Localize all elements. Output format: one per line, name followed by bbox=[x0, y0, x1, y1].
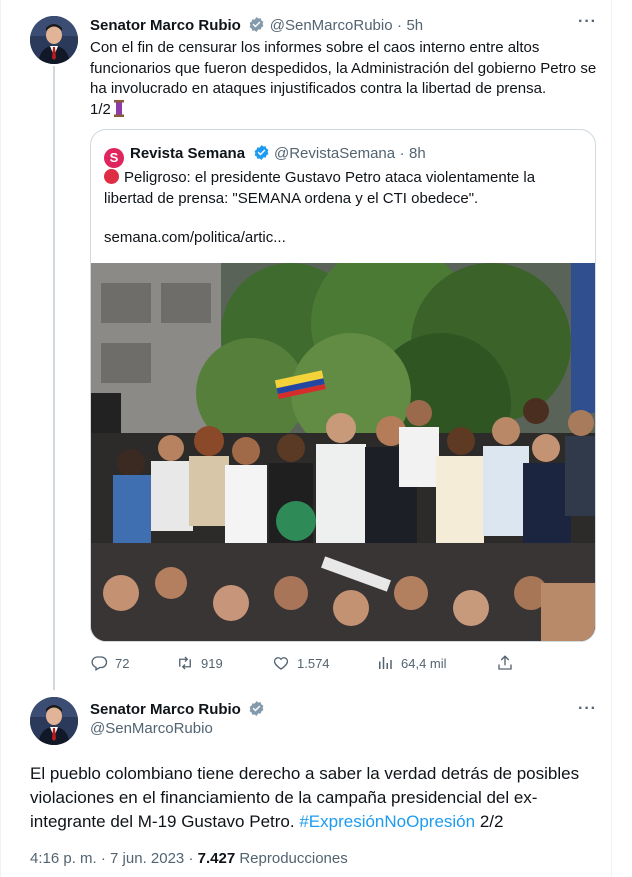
views-button[interactable]: 64,4 mil bbox=[376, 654, 447, 674]
quote-text: Peligroso: el presidente Gustavo Petro a… bbox=[104, 168, 574, 209]
analytics-icon bbox=[379, 657, 392, 669]
tweet-actions-bar: 72 919 1.574 64,4 mil bbox=[90, 654, 520, 674]
quote-link[interactable]: semana.com/politica/artic... bbox=[104, 229, 286, 246]
quote-body: Peligroso: el presidente Gustavo Petro a… bbox=[104, 169, 536, 207]
author-name[interactable]: Senator Marco Rubio bbox=[90, 701, 241, 718]
thread-connector-line bbox=[53, 66, 55, 690]
red-circle-icon bbox=[104, 169, 119, 184]
semana-logo-avatar: S bbox=[104, 148, 124, 168]
tweet-timestamp[interactable]: 4:16 p. m. bbox=[30, 850, 97, 867]
thread-emoji-icon bbox=[113, 99, 124, 117]
tweet-header: Senator Marco Rubio @SenMarcoRubio · 5h bbox=[90, 16, 423, 35]
author-avatar[interactable] bbox=[30, 697, 78, 745]
tweet-metadata: 4:16 p. m. · 7 jun. 2023 · 7.427 Reprodu… bbox=[30, 850, 348, 867]
timeline-border-right bbox=[611, 0, 612, 877]
quote-author-handle: @RevistaSemana bbox=[273, 145, 396, 162]
more-options-icon[interactable]: ··· bbox=[578, 700, 597, 718]
reply-count: 72 bbox=[115, 656, 130, 671]
author-handle[interactable]: @SenMarcoRubio bbox=[270, 17, 393, 34]
tweet-date[interactable]: 7 jun. 2023 bbox=[110, 850, 184, 867]
views-label: Reproducciones bbox=[239, 850, 348, 867]
tweet-body: Con el fin de censurar los informes sobr… bbox=[90, 39, 597, 97]
author-handle[interactable]: @SenMarcoRubio bbox=[90, 720, 213, 737]
timeline-border-left bbox=[0, 0, 1, 877]
tweet-text: El pueblo colombiano tiene derecho a sab… bbox=[30, 762, 600, 834]
tweet-text: Con el fin de censurar los informes sobr… bbox=[90, 38, 600, 120]
tweet-header: Senator Marco Rubio bbox=[90, 700, 265, 719]
like-count: 1.574 bbox=[297, 656, 330, 671]
separator-dot: · bbox=[397, 17, 403, 34]
tweet-time[interactable]: 5h bbox=[406, 17, 423, 34]
retweet-icon bbox=[179, 656, 191, 670]
retweet-count: 919 bbox=[201, 656, 223, 671]
share-button[interactable] bbox=[496, 654, 521, 674]
more-options-icon[interactable]: ··· bbox=[578, 13, 597, 31]
hashtag-link[interactable]: #ExpresiónNoOpresión bbox=[299, 812, 475, 831]
separator-dot: · bbox=[399, 145, 405, 162]
verified-badge-icon bbox=[254, 145, 268, 160]
press-crowd-photo[interactable] bbox=[91, 243, 595, 641]
heart-icon bbox=[273, 657, 289, 670]
thread-marker: 1/2 bbox=[90, 100, 111, 118]
separator-dot: · bbox=[100, 850, 106, 867]
quoted-tweet-card[interactable]: S Revista Semana @RevistaSemana · 8h Peli… bbox=[90, 129, 596, 642]
author-avatar[interactable] bbox=[30, 16, 78, 64]
reply-icon bbox=[91, 656, 108, 671]
share-icon bbox=[498, 655, 512, 670]
quote-author-name: Revista Semana bbox=[130, 145, 246, 162]
author-name[interactable]: Senator Marco Rubio bbox=[90, 17, 241, 34]
verified-badge-icon bbox=[249, 17, 264, 32]
like-button[interactable]: 1.574 bbox=[272, 654, 330, 674]
reply-button[interactable]: 72 bbox=[90, 654, 129, 674]
quote-time: 8h bbox=[409, 145, 426, 162]
views-count: 64,4 mil bbox=[401, 656, 447, 671]
views-total: 7.427 bbox=[197, 850, 236, 867]
separator-dot: · bbox=[188, 850, 194, 867]
retweet-button[interactable]: 919 bbox=[176, 654, 223, 674]
quote-header: S Revista Semana @RevistaSemana · 8h bbox=[104, 144, 426, 168]
verified-badge-icon bbox=[249, 701, 264, 716]
thread-marker: 2/2 bbox=[479, 812, 504, 831]
